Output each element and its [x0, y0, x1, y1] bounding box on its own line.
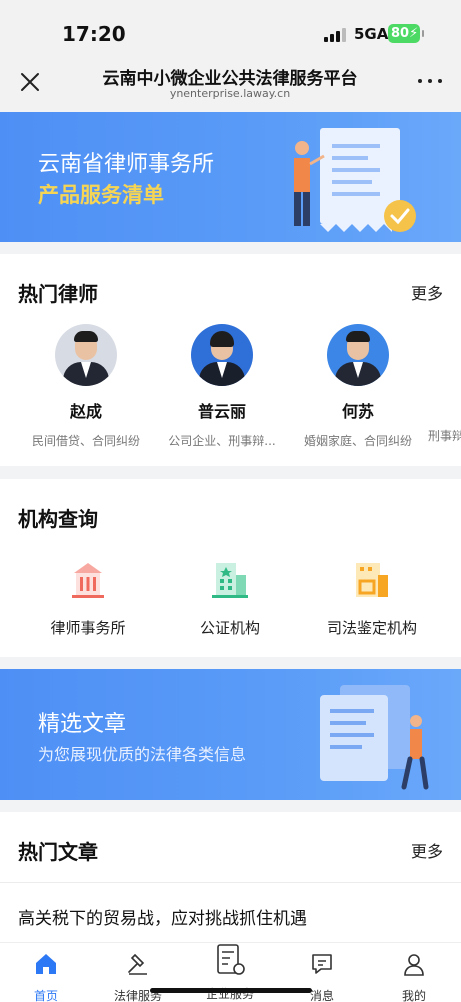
status-bar: 17:20 5GA 80⚡ — [0, 0, 461, 58]
lawyer-tags: 民间借贷、合同纠纷 — [31, 434, 140, 448]
law-firm-icon — [72, 563, 104, 598]
tab-label: 首页 — [33, 989, 58, 1002]
article-item[interactable]: 高关税下的贸易战，应对挑战抓住机遇 — [18, 904, 307, 929]
articles-banner[interactable]: 精选文章 为您展现优质的法律各类信息 — [0, 669, 461, 800]
hot-lawyers-section: 热门律师 更多 赵成 民间借贷、合同纠纷 普云丽 公司企业、刑事辩... 何苏 … — [0, 254, 461, 466]
lawyer-name: 普云丽 — [197, 402, 246, 421]
gavel-icon — [128, 953, 147, 975]
lawyer-tags: 公司企业、刑事辩... — [168, 434, 276, 448]
lawyer-card[interactable]: 刑事辩 — [428, 324, 461, 444]
lawyer-name: 赵成 — [69, 402, 102, 421]
org-label: 司法鉴定机构 — [326, 619, 417, 637]
banner-subtitle: 产品服务清单 — [38, 183, 164, 207]
org-query-section: 机构查询 律师事务所 公证机构 司法鉴定机构 — [0, 479, 461, 657]
notary-icon — [212, 563, 248, 598]
lawyer-tags: 婚姻家庭、合同纠纷 — [303, 434, 412, 448]
user-icon — [404, 954, 424, 976]
receipt-illustration-icon — [294, 128, 416, 232]
tab-profile[interactable]: 我的 — [368, 951, 460, 1002]
org-item-law-firm[interactable]: 律师事务所 — [18, 557, 158, 638]
section-title: 热门文章 — [18, 840, 98, 864]
page-url: ynenterprise.laway.cn — [169, 87, 291, 100]
divider — [0, 882, 461, 883]
lawyer-name — [428, 398, 461, 417]
bottom-tab-bar: 首页 法律服务 企业服务 消息 我的 — [0, 942, 461, 1002]
avatar — [55, 324, 117, 386]
lawyer-tags: 刑事辩 — [428, 429, 461, 443]
tab-label: 我的 — [401, 989, 426, 1002]
forensic-icon — [356, 563, 388, 597]
lawyer-card[interactable]: 赵成 民间借贷、合同纠纷 — [16, 324, 156, 449]
org-item-notary[interactable]: 公证机构 — [160, 557, 300, 638]
documents-illustration-icon — [320, 685, 429, 790]
battery-level: 80 — [391, 26, 410, 41]
home-indicator — [150, 988, 312, 993]
home-icon — [36, 954, 56, 974]
section-title: 机构查询 — [18, 507, 98, 531]
message-icon — [312, 954, 332, 974]
close-icon[interactable] — [16, 68, 44, 96]
service-list-banner[interactable]: 云南省律师事务所 产品服务清单 — [0, 112, 461, 242]
network-type: 5GA — [354, 25, 389, 43]
avatar — [327, 324, 389, 386]
lawyer-card[interactable]: 何苏 婚姻家庭、合同纠纷 — [288, 324, 428, 449]
document-icon — [217, 944, 245, 975]
status-time: 17:20 — [62, 22, 126, 46]
banner-title: 精选文章 — [38, 712, 127, 737]
org-label: 公证机构 — [199, 619, 260, 637]
signal-icon — [324, 28, 348, 42]
section-title: 热门律师 — [18, 282, 98, 306]
org-label: 律师事务所 — [50, 619, 126, 637]
battery-icon: 80⚡ — [388, 24, 424, 43]
banner-title: 云南省律师事务所 — [38, 152, 215, 177]
org-item-forensic[interactable]: 司法鉴定机构 — [302, 557, 442, 638]
lawyer-card[interactable]: 普云丽 公司企业、刑事辩... — [152, 324, 292, 449]
tab-enterprise-service[interactable]: 企业服务 — [184, 943, 276, 1002]
tab-home[interactable]: 首页 — [0, 951, 92, 1002]
articles-more-link[interactable]: 更多 — [411, 838, 443, 862]
lawyers-more-link[interactable]: 更多 — [411, 280, 443, 304]
more-options-icon[interactable] — [418, 76, 444, 86]
tab-legal-service[interactable]: 法律服务 — [92, 951, 184, 1002]
tab-messages[interactable]: 消息 — [276, 951, 368, 1002]
lawyer-name: 何苏 — [341, 402, 374, 421]
nav-bar: 云南中小微企业公共法律服务平台 ynenterprise.laway.cn — [0, 58, 461, 110]
banner-subtitle: 为您展现优质的法律各类信息 — [38, 745, 247, 764]
avatar — [191, 324, 253, 386]
page-title: 云南中小微企业公共法律服务平台 — [102, 69, 358, 89]
